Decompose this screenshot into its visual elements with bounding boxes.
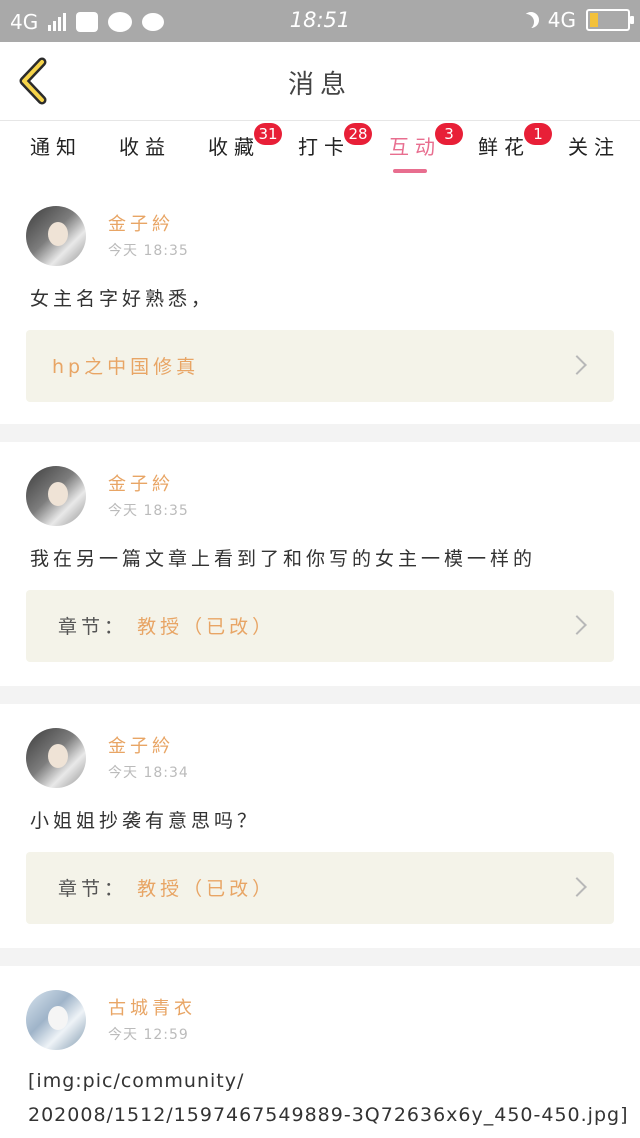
active-tab-indicator (393, 169, 427, 173)
tab-label: 互动 (389, 135, 441, 159)
badge-interaction: 3 (435, 123, 463, 145)
avatar-face (48, 744, 68, 768)
user-name[interactable]: 金子紟 (108, 470, 174, 496)
chevron-right-icon (567, 355, 587, 375)
link-text: hp之中国修真 (52, 352, 199, 379)
user-name[interactable]: 金子紟 (108, 732, 174, 758)
battery-icon (586, 9, 634, 31)
message-time: 今天 12:59 (108, 1027, 189, 1043)
message-card: 金子紟 今天 18:35 女主名字好熟悉， hp之中国修真 (0, 182, 640, 422)
avatar-face (48, 222, 68, 246)
moon-icon (518, 14, 534, 30)
card-separator (0, 686, 640, 704)
chapter-link[interactable]: 章节： 教授（已改） (26, 852, 614, 924)
network-type-right: 4G (547, 8, 576, 32)
tab-flowers[interactable]: 鲜花 1 (478, 123, 552, 160)
message-time: 今天 18:35 (108, 503, 189, 519)
tab-interaction[interactable]: 互动 3 (389, 123, 463, 160)
status-right: 4G (522, 8, 634, 32)
tab-follow[interactable]: 关注 (568, 131, 620, 160)
tab-label: 打卡 (298, 135, 350, 159)
chapter-title: 教授（已改） (137, 878, 276, 900)
header: 消息 (0, 42, 640, 120)
message-time: 今天 18:35 (108, 243, 189, 259)
message-time: 今天 18:34 (108, 765, 189, 781)
card-separator (0, 424, 640, 442)
chapter-label: 章节： (58, 878, 128, 900)
tab-label: 通知 (30, 135, 82, 159)
badge-flowers: 1 (524, 123, 552, 145)
chevron-right-icon (567, 877, 587, 897)
avatar[interactable] (26, 466, 86, 526)
chapter-link[interactable]: 章节： 教授（已改） (26, 590, 614, 662)
tab-notice[interactable]: 通知 (30, 131, 82, 160)
tab-checkin[interactable]: 打卡 28 (298, 123, 372, 160)
chapter-title: 教授（已改） (137, 616, 276, 638)
tab-earnings[interactable]: 收益 (119, 131, 171, 160)
tab-label: 鲜花 (478, 135, 530, 159)
message-card: 古城青衣 今天 12:59 [img:pic/community/ 202008… (0, 966, 640, 1138)
comment-text: 我在另一篇文章上看到了和你写的女主一模一样的 (30, 548, 537, 570)
badge-checkin: 28 (344, 123, 372, 145)
tab-label: 收藏 (208, 135, 260, 159)
comment-text: 小姐姐抄袭有意思吗？ (30, 810, 261, 832)
chapter-label: 章节： (58, 616, 128, 638)
tab-favorites[interactable]: 收藏 31 (208, 123, 282, 160)
link-text: 章节： 教授（已改） (58, 874, 275, 901)
message-card: 金子紟 今天 18:34 小姐姐抄袭有意思吗？ 章节： 教授（已改） (0, 704, 640, 948)
status-bar: 4G 18:51 4G (0, 0, 640, 42)
message-card: 金子紟 今天 18:35 我在另一篇文章上看到了和你写的女主一模一样的 章节： … (0, 442, 640, 686)
comment-text-line2: 202008/1512/1597467549889-3Q72636x6y_450… (28, 1104, 629, 1126)
tab-bar: 通知 收益 收藏 31 打卡 28 互动 3 鲜花 1 关注 (0, 120, 640, 181)
avatar[interactable] (26, 728, 86, 788)
avatar[interactable] (26, 990, 86, 1050)
avatar[interactable] (26, 206, 86, 266)
tab-label: 关注 (568, 135, 620, 159)
tab-label: 收益 (119, 135, 171, 159)
comment-text: 女主名字好熟悉， (30, 288, 215, 310)
badge-favorites: 31 (254, 123, 282, 145)
user-name[interactable]: 古城青衣 (108, 994, 196, 1020)
user-name[interactable]: 金子紟 (108, 210, 174, 236)
avatar-face (48, 482, 68, 506)
book-link[interactable]: hp之中国修真 (26, 330, 614, 402)
comment-text-line1: [img:pic/community/ (28, 1070, 245, 1092)
avatar-face (48, 1006, 68, 1030)
book-title: hp之中国修真 (52, 356, 200, 378)
page-title: 消息 (287, 70, 352, 100)
card-separator (0, 948, 640, 966)
link-text: 章节： 教授（已改） (58, 612, 275, 639)
chevron-right-icon (567, 615, 587, 635)
